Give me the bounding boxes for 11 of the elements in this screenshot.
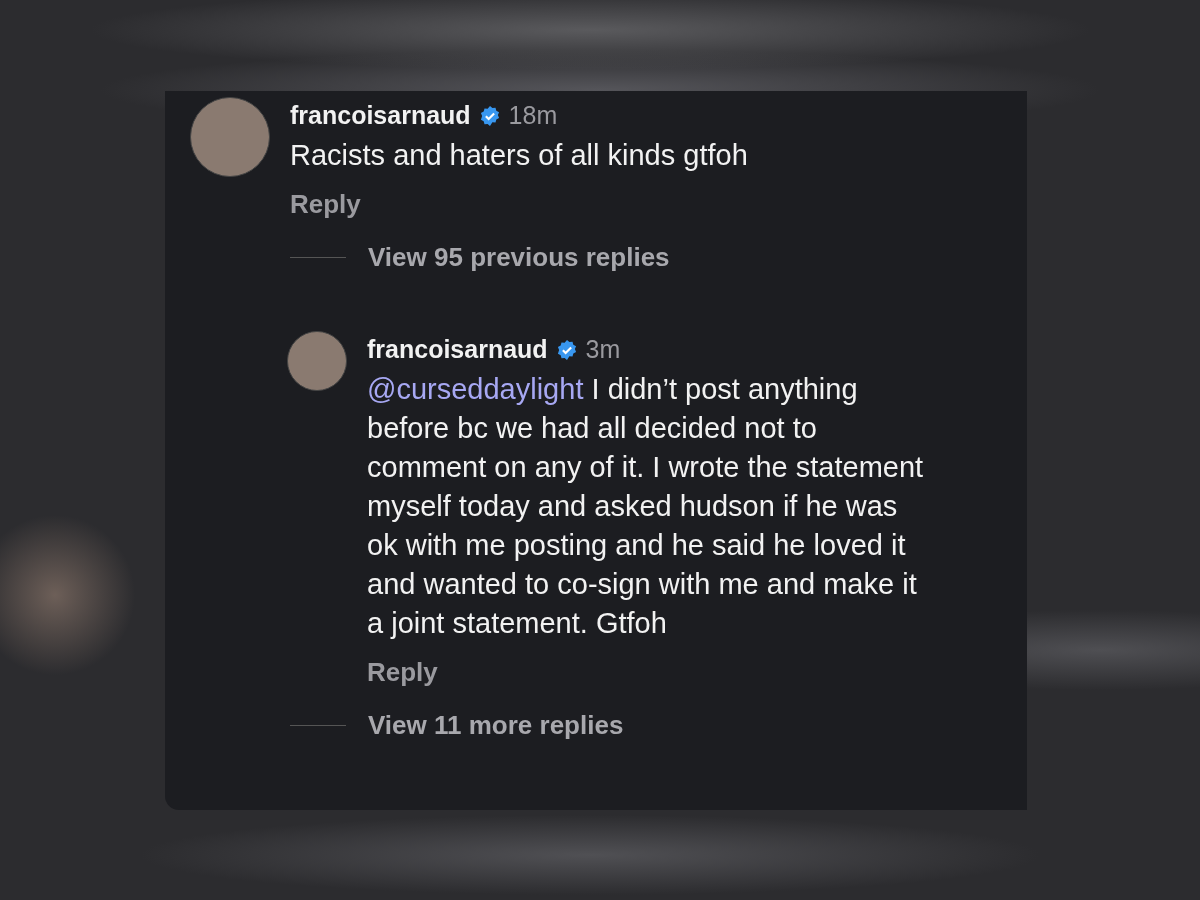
comment-text: Racists and haters of all kinds gtfoh	[290, 138, 749, 173]
comment-text: @curseddaylight I didn’t post anything before bc we had all decided not to comment on any of it. I wrote the statement myself today and asked hudson if he was ok with me posting and he said he loved it and wanted to co-sign with me and make it a joint statement. Gtfoh	[367, 372, 925, 641]
timestamp: 18m	[508, 101, 558, 130]
username[interactable]: francoisarnaud	[367, 335, 548, 364]
view-replies-link[interactable]: View 11 more replies	[368, 710, 624, 741]
view-replies-link[interactable]: View 95 previous replies	[368, 242, 670, 273]
username[interactable]: francoisarnaud	[290, 101, 471, 130]
timestamp: 3m	[585, 335, 621, 364]
reply-button[interactable]: Reply	[367, 657, 438, 688]
mention-link[interactable]: @curseddaylight	[367, 373, 584, 405]
reply-button[interactable]: Reply	[290, 189, 361, 220]
